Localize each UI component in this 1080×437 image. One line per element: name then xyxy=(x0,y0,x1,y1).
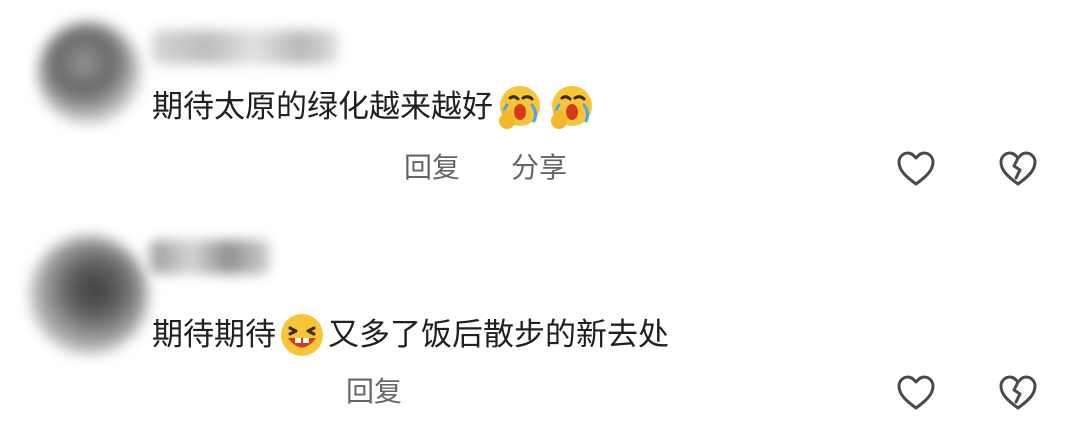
comment-text: 期待太原的绿化越来越好 xyxy=(152,83,597,131)
comment-text-part2: 又多了饭后散步的新去处 xyxy=(328,317,669,353)
comment-text-main: 期待太原的绿化越来越好 xyxy=(152,89,493,125)
reply-button[interactable]: 回复 xyxy=(346,375,402,409)
comment-text-part1: 期待期待 xyxy=(152,317,276,353)
reply-button[interactable]: 回复 xyxy=(404,151,460,185)
username-blurred[interactable] xyxy=(152,30,338,64)
laughing-face-emoji xyxy=(278,311,326,359)
crying-laugh-face-emoji xyxy=(495,83,543,131)
avatar[interactable] xyxy=(30,236,148,354)
broken-heart-outline-icon[interactable] xyxy=(997,148,1039,190)
heart-outline-icon[interactable] xyxy=(895,148,937,190)
share-button[interactable]: 分享 xyxy=(511,151,567,185)
broken-heart-outline-icon[interactable] xyxy=(997,372,1039,414)
comment-text: 期待期待 又多了饭后散步的新去处 xyxy=(152,311,669,359)
username-blurred[interactable] xyxy=(150,240,270,274)
comment-item: 期待期待 又多了饭后散步的新去处 回复 xyxy=(0,218,1080,437)
heart-outline-icon[interactable] xyxy=(895,372,937,414)
crying-laugh-face-emoji xyxy=(547,83,595,131)
comment-item: 期待太原的绿化越来越好 回复 分享 xyxy=(0,0,1080,218)
avatar[interactable] xyxy=(38,22,140,124)
